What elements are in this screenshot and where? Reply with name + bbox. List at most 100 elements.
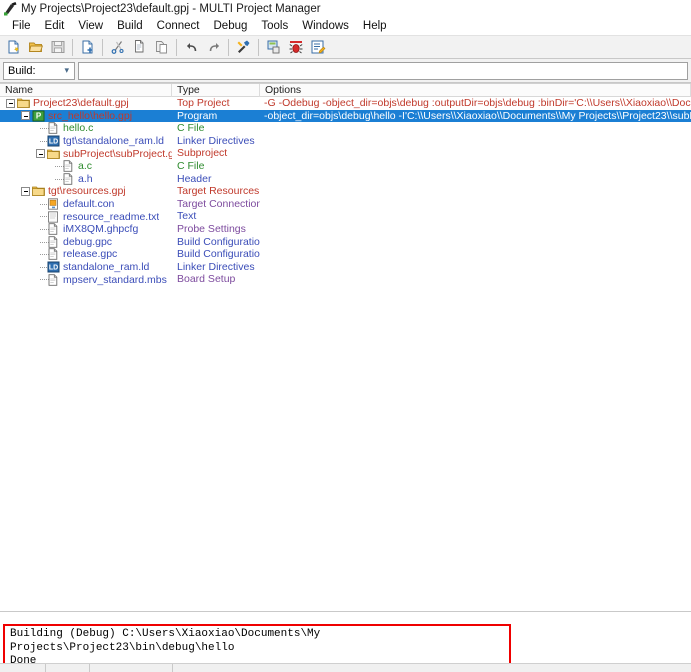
menu-connect[interactable]: Connect [150,19,207,33]
column-header-type[interactable]: Type [172,84,260,97]
build-options-icon[interactable] [233,37,254,58]
tree-row[interactable]: a.c C File [0,160,691,173]
toolbar-divider-4 [228,38,229,56]
tree-row-name-cell: debug.gpc [0,236,172,249]
tree-row[interactable]: subProject\subProject.gpj Subproject [0,147,691,160]
status-segment-3 [90,664,173,672]
linker-icon: LD [47,261,60,273]
tree-expander-icon[interactable] [36,149,45,159]
tree-guide-line [36,198,49,211]
cut-icon[interactable] [107,37,128,58]
save-icon[interactable] [47,37,68,58]
column-header-options[interactable]: Options [260,84,691,97]
tree-row-options [260,261,691,274]
tree-expander-icon[interactable] [6,98,15,108]
file-icon [47,122,60,135]
status-segment-1 [0,664,46,672]
menu-debug[interactable]: Debug [207,19,255,33]
add-file-icon[interactable] [77,37,98,58]
build-icon[interactable] [263,37,284,58]
tree-row-options [260,198,691,211]
file-icon [47,236,60,248]
tree-row-name-cell: LD tgt\standalone_ram.ld [0,135,172,148]
tree-row[interactable]: mpserv_standard.mbs Board Setup [0,273,691,286]
tree-row-type: Text [177,210,197,223]
menu-view[interactable]: View [71,19,110,33]
tree-expander-icon[interactable] [21,186,30,196]
undo-icon[interactable] [181,37,202,58]
tree-guide-line [51,173,64,186]
open-project-icon[interactable] [25,37,46,58]
window-title: My Projects\Project23\default.gpj - MULT… [21,2,321,15]
status-segment-2 [46,664,90,672]
tree-row-label: standalone_ram.ld [63,261,150,274]
tree-row[interactable]: Project23\default.gpj Top Project -G -Odeb… [0,97,691,110]
toolbar [0,35,691,59]
tree-guide-line [36,248,49,261]
tree-column-headers: Name Type Options [0,84,691,97]
menu-file[interactable]: File [5,19,38,33]
tree-row-options [260,210,691,223]
folder-icon [32,185,45,197]
build-config-select[interactable]: Build: ▾ [3,61,75,80]
tree-guide-line [36,122,49,135]
tree-row-type: C File [177,159,205,172]
tree-row-options [260,248,691,261]
menu-tools[interactable]: Tools [254,19,295,33]
tree-row[interactable]: Psrc_hello\hello.gpj Program -object_dir=o… [0,109,691,123]
text-icon [47,210,60,223]
toolbar-divider-1 [72,38,73,56]
paste-icon[interactable] [151,37,172,58]
tree-row-name-cell: hello.c [0,122,172,135]
tree-row[interactable]: a.h Header [0,173,691,186]
tree-row[interactable]: tgt\resources.gpj Target Resources [0,185,691,198]
column-header-name[interactable]: Name [0,84,172,97]
tree-expander-icon[interactable] [21,111,30,121]
tree-row-name-cell: release.gpc [0,248,172,261]
menu-help[interactable]: Help [356,19,394,33]
tree-row[interactable]: LD tgt\standalone_ram.ld Linker Directives [0,135,691,148]
tree-row[interactable]: default.con Target Connections [0,198,691,211]
tree-row[interactable]: LD standalone_ram.ld Linker Directives [0,261,691,274]
debug-icon[interactable] [285,37,306,58]
tree-row-options [260,185,691,198]
tree-row-label: tgt\standalone_ram.ld [63,135,164,148]
tree-row-type: C File [177,122,205,135]
tree-row-name-cell: default.con [0,198,172,211]
tree-row-options [260,160,691,173]
redo-icon[interactable] [203,37,224,58]
tree-row-label: tgt\resources.gpj [48,185,126,198]
tree-row-name-cell: a.c [0,160,172,173]
new-project-icon[interactable] [3,37,24,58]
status-bar [0,663,691,672]
build-bar: Build: ▾ [0,59,691,83]
editor-icon[interactable] [307,37,328,58]
tree-row[interactable]: iMX8QM.ghpcfg Probe Settings [0,223,691,236]
tree-row[interactable]: resource_readme.txt Text [0,210,691,223]
tree-row-type: Program [172,109,260,123]
tree-row-type: Subproject [177,147,228,160]
tree-row-label: mpserv_standard.mbs [63,273,167,286]
tree-row[interactable]: debug.gpc Build Configuration [0,236,691,249]
build-command-input[interactable] [78,61,688,80]
tree-row[interactable]: release.gpc Build Configuration [0,248,691,261]
tree-row-label: release.gpc [63,248,118,261]
copy-icon[interactable] [129,37,150,58]
tree-rows: Project23\default.gpj Top Project -G -Odeb… [0,97,691,286]
tree-guide-line [51,160,64,173]
tree-row[interactable]: hello.c C File [0,122,691,135]
tree-guide-line [36,135,49,148]
menu-windows[interactable]: Windows [295,19,356,33]
program-icon: P [32,110,45,122]
menu-edit[interactable]: Edit [38,19,72,33]
menu-build[interactable]: Build [110,19,150,33]
tree-row-options [260,135,691,148]
tree-guide-line [36,273,49,286]
file-icon [47,273,60,286]
tree-row-label: subProject\subProject.gpj [63,147,172,160]
